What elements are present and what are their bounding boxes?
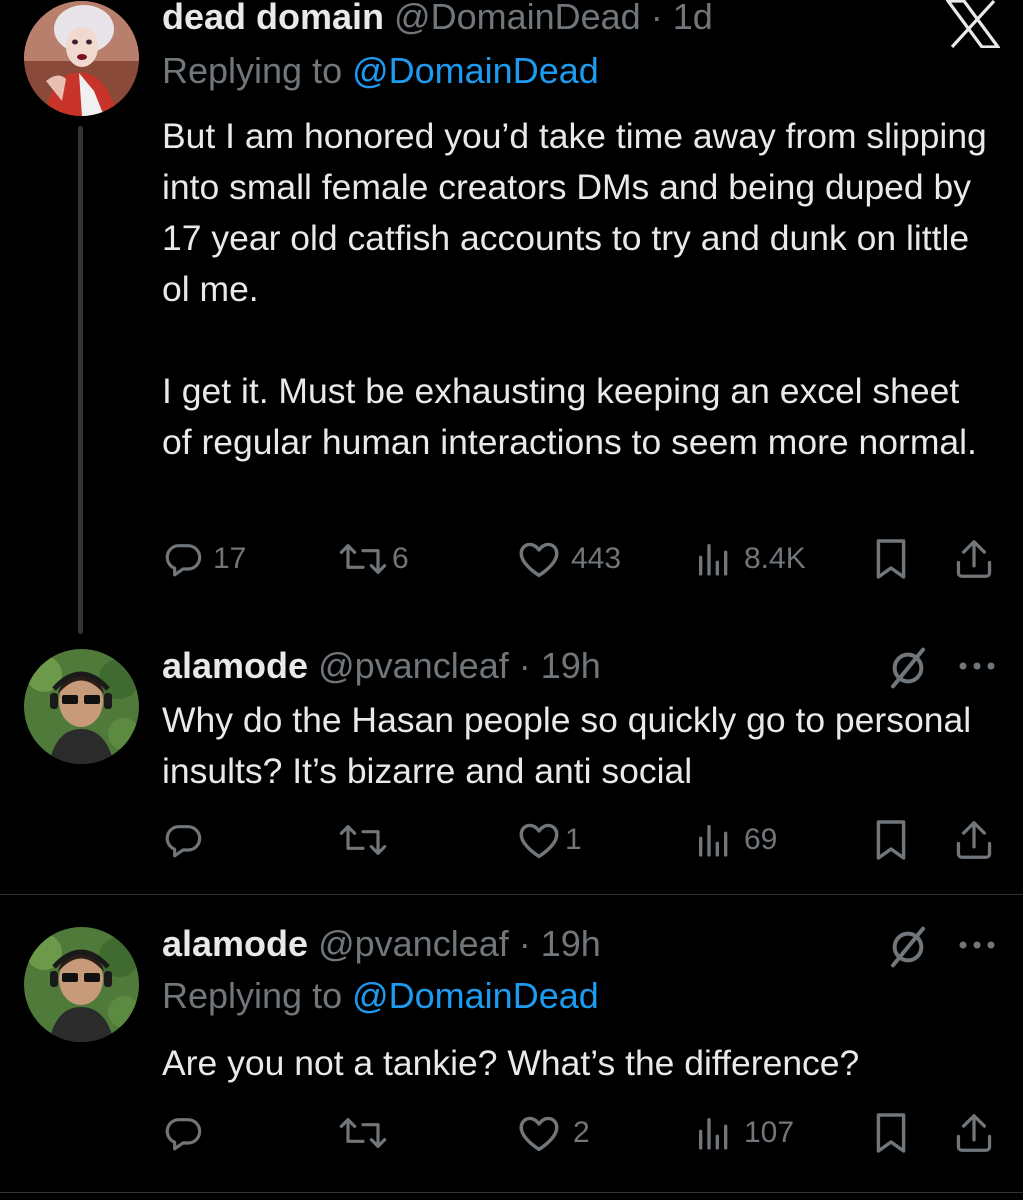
tweet-header: alamode @pvancleaf · 19h	[162, 923, 601, 965]
bookmark-button[interactable]	[873, 1108, 909, 1158]
reply-icon	[165, 825, 202, 858]
heart-icon	[519, 542, 559, 578]
replying-prefix: Replying to	[162, 50, 353, 91]
tweet-text: Why do the Hasan people so quickly go to…	[162, 695, 992, 797]
reply-button[interactable]	[163, 1108, 213, 1158]
repost-button[interactable]: 6	[338, 534, 409, 584]
reply-button[interactable]: 17	[163, 534, 246, 584]
replying-prefix: Replying to	[162, 975, 353, 1016]
reply-icon	[165, 544, 202, 577]
repost-icon	[339, 544, 387, 574]
user-handle[interactable]: @DomainDead	[394, 0, 641, 37]
tweet-paragraph: Are you not a tankie? What’s the differe…	[162, 1043, 860, 1083]
views-button[interactable]: 69	[694, 815, 777, 865]
like-count: 1	[565, 823, 582, 856]
like-button[interactable]: 2	[517, 1108, 590, 1158]
like-count: 2	[573, 1116, 590, 1149]
views-count: 8.4K	[744, 542, 806, 575]
heart-icon	[519, 823, 559, 859]
replying-mention[interactable]: @DomainDead	[352, 975, 599, 1016]
heart-icon	[519, 1116, 559, 1152]
replying-to: Replying to @DomainDead	[162, 50, 599, 92]
tweet-actions: 17 6 443 8.4K	[0, 534, 1023, 584]
more-icon[interactable]	[957, 660, 997, 672]
bookmark-button[interactable]	[873, 815, 909, 865]
reply-button[interactable]	[163, 815, 213, 865]
tweet-actions: 2 107	[0, 1108, 1023, 1158]
display-name[interactable]: alamode	[162, 645, 308, 686]
views-button[interactable]: 8.4K	[694, 534, 806, 584]
replying-to: Replying to @DomainDead	[162, 975, 599, 1017]
repost-icon	[339, 825, 387, 855]
tweet-actions: 1 69	[0, 815, 1023, 865]
views-icon	[699, 825, 728, 857]
views-icon	[699, 544, 728, 576]
bookmark-icon	[876, 1113, 906, 1153]
display-name[interactable]: alamode	[162, 923, 308, 964]
repost-icon	[339, 1118, 387, 1148]
timestamp[interactable]: · 19h	[519, 923, 601, 964]
share-icon	[956, 821, 992, 859]
replying-mention[interactable]: @DomainDead	[352, 50, 599, 91]
muted-icon[interactable]	[888, 646, 928, 690]
like-count: 443	[571, 542, 622, 575]
tweet-paragraph: I get it. Must be exhausting keeping an …	[162, 371, 977, 462]
views-button[interactable]: 107	[694, 1108, 794, 1158]
timestamp[interactable]: · 19h	[519, 645, 601, 686]
user-handle[interactable]: @pvancleaf	[318, 923, 509, 964]
timestamp[interactable]: · 1d	[651, 0, 713, 37]
bookmark-icon	[876, 820, 906, 860]
tweet-dead-domain[interactable]: dead domain @DomainDead · 1d Replying to…	[0, 0, 1023, 640]
share-icon	[956, 540, 992, 578]
tweet-alamode-2[interactable]: alamode @pvancleaf · 19h Replying to @Do…	[0, 895, 1023, 1200]
thread-view: dead domain @DomainDead · 1d Replying to…	[0, 0, 1023, 1200]
share-icon	[956, 1114, 992, 1152]
views-count: 69	[744, 823, 778, 856]
tweet-paragraph: Why do the Hasan people so quickly go to…	[162, 700, 972, 791]
repost-button[interactable]	[338, 815, 398, 865]
repost-count: 6	[392, 542, 409, 575]
views-icon	[699, 1118, 728, 1150]
display-name[interactable]: dead domain	[162, 0, 384, 37]
user-handle[interactable]: @pvancleaf	[318, 645, 509, 686]
tweet-text: But I am honored you’d take time away fr…	[162, 111, 992, 468]
more-icon[interactable]	[957, 939, 997, 951]
tweet-header: alamode @pvancleaf · 19h	[162, 645, 601, 687]
avatar[interactable]	[24, 1, 139, 116]
bookmark-icon	[876, 539, 906, 579]
bookmark-button[interactable]	[873, 534, 909, 584]
share-button[interactable]	[955, 534, 993, 584]
share-button[interactable]	[955, 815, 993, 865]
tweet-alamode-1[interactable]: alamode @pvancleaf · 19h Why do the Hasa…	[0, 640, 1023, 895]
repost-button[interactable]	[338, 1108, 398, 1158]
like-button[interactable]: 443	[517, 534, 621, 584]
tweet-header: dead domain @DomainDead · 1d	[162, 0, 713, 38]
muted-icon[interactable]	[888, 925, 928, 969]
avatar[interactable]	[24, 649, 139, 764]
views-count: 107	[744, 1116, 795, 1149]
reply-icon	[165, 1118, 202, 1151]
tweet-paragraph: But I am honored you’d take time away fr…	[162, 116, 987, 309]
reply-count: 17	[213, 542, 247, 575]
share-button[interactable]	[955, 1108, 993, 1158]
tweet-text: Are you not a tankie? What’s the differe…	[162, 1038, 992, 1089]
like-button[interactable]: 1	[517, 815, 582, 865]
tweet-divider	[0, 1192, 1023, 1193]
avatar[interactable]	[24, 927, 139, 1042]
